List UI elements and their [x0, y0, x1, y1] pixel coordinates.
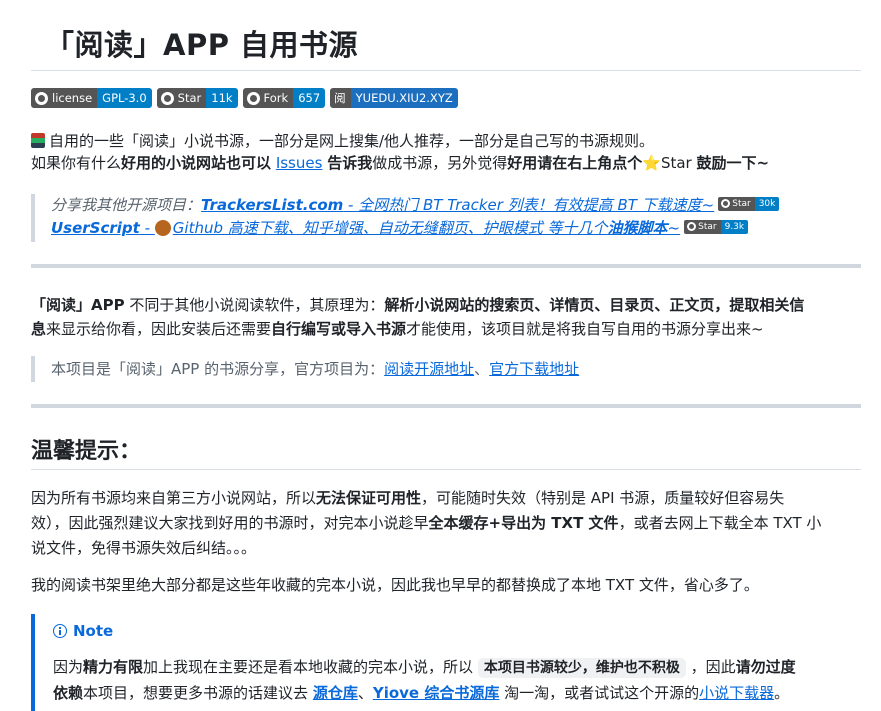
github-icon [721, 199, 731, 208]
website-badge[interactable]: 阅 YUEDU.XIU2.XYZ [330, 88, 458, 108]
yiove-link[interactable]: Yiove 综合书源库 [373, 684, 499, 702]
title-divider [31, 70, 861, 71]
github-icon [35, 91, 48, 105]
monkey-icon [154, 220, 171, 236]
userscript-star-badge[interactable]: Star 9.3k [684, 219, 749, 234]
star-badge[interactable]: Star 11k [156, 88, 238, 108]
official-download-link[interactable]: 官方下载地址 [489, 360, 579, 378]
github-icon [160, 91, 174, 105]
tips-para-2: 我的阅读书架里绝大部分都是这些年收藏的完本小说，因此我也早早的都替换成了本地 T… [31, 576, 759, 594]
star-icon: ⭐ [642, 154, 661, 172]
source-repo-link[interactable]: 源仓库 [313, 684, 358, 702]
official-blockquote: 本项目是「阅读」APP 的书源分享，官方项目为：阅读开源地址、官方下载地址 [31, 356, 579, 382]
novel-downloader-link[interactable]: 小说下载器 [699, 684, 774, 702]
tips-para-1-line-3: 说文件，免得书源失效后纠结。。。 [31, 539, 257, 557]
license-badge[interactable]: license GPL-3.0 [31, 88, 152, 108]
share-line-1: 分享我其他开源项目：TrackersList.com - 全网热门 BT Tra… [51, 194, 780, 216]
note-line-2: 依赖本项目，想要更多书源的话建议去 源仓库、Yiove 综合书源库 淘一淘，或者… [53, 684, 790, 702]
page-title: 「阅读」APP 自用书源 [45, 28, 359, 62]
section-divider [31, 264, 861, 268]
intro-line-1: 自用的一些「阅读」小说书源，一部分是网上搜集/他人推荐，一部分是自己写的书源规则… [31, 130, 654, 152]
section-divider [31, 404, 861, 408]
tips-heading: 温馨提示： [31, 439, 142, 464]
share-line-2: UserScript - Github 高速下载、知乎增强、自动无缝翻页、护眼模… [51, 217, 749, 239]
userscript-link[interactable]: UserScript - Github 高速下载、知乎增强、自动无缝翻页、护眼模… [51, 219, 680, 237]
about-line-1: 「阅读」APP 不同于其他小说阅读软件，其原理为：解析小说网站的搜索页、详情页、… [31, 296, 805, 314]
books-icon [31, 133, 45, 148]
official-source-link[interactable]: 阅读开源地址 [384, 360, 474, 378]
official-line: 本项目是「阅读」APP 的书源分享，官方项目为：阅读开源地址、官方下载地址 [51, 360, 580, 378]
fork-badge[interactable]: Fork 657 [242, 88, 326, 108]
note-callout: Note 因为精力有限加上我现在主要还是看本地收藏的完本小说，所以 本项目书源较… [31, 614, 865, 711]
trackerslist-link[interactable]: TrackersList.com - 全网热门 BT Tracker 列表！有效… [201, 196, 714, 214]
tips-para-1-line-1: 因为所有书源均来自第三方小说网站，所以无法保证可用性，可能随时失效（特别是 AP… [31, 489, 785, 507]
heading-divider [31, 469, 861, 470]
about-line-2: 息来显示给你看，因此安装后还需要自行编写或导入书源才能使用，该项目就是将我自写自… [31, 320, 764, 338]
trackerslist-star-badge[interactable]: Star 30k [718, 196, 780, 211]
note-title: Note [53, 622, 113, 640]
github-icon [687, 222, 697, 231]
issues-link[interactable]: Issues [276, 154, 323, 172]
note-line-1: 因为精力有限加上我现在主要还是看本地收藏的完本小说，所以 本项目书源较少，维护也… [53, 658, 796, 678]
tips-para-1-line-2: 效），因此强烈建议大家找到好用的书源时，对完本小说趁早全本缓存+导出为 TXT … [31, 514, 822, 532]
github-icon [246, 91, 260, 105]
badge-row: license GPL-3.0 Star 11k Fork 657 阅 YUED… [31, 88, 458, 108]
info-icon [53, 624, 67, 638]
share-blockquote: 分享我其他开源项目：TrackersList.com - 全网热门 BT Tra… [31, 194, 780, 242]
intro-line-2: 如果你有什么好用的小说网站也可以 Issues 告诉我做成书源，另外觉得好用请在… [31, 154, 770, 172]
inline-code: 本项目书源较少，维护也不积极 [477, 658, 686, 678]
